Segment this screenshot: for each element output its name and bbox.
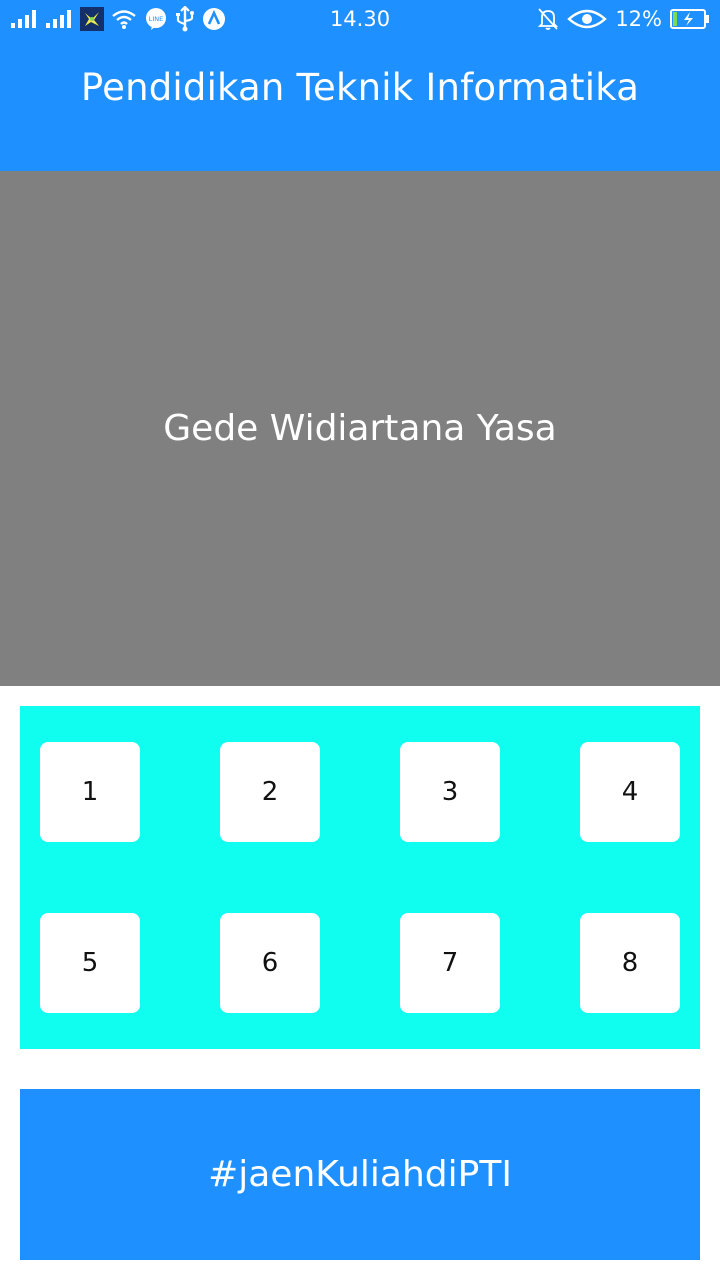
footer-banner: #jaenKuliahdiPTI	[20, 1089, 700, 1260]
app-title: Pendidikan Teknik Informatika	[80, 66, 640, 109]
grid-button-7[interactable]: 7	[400, 913, 500, 1013]
grid-button-5[interactable]: 5	[40, 913, 140, 1013]
app-header: LINE 14.30 12% Pendidikan Teknik Informa…	[0, 0, 720, 171]
grid-button-6[interactable]: 6	[220, 913, 320, 1013]
grid-button-4[interactable]: 4	[580, 742, 680, 842]
battery-percent: 12%	[615, 7, 662, 31]
hashtag-text: #jaenKuliahdiPTI	[208, 1154, 512, 1195]
grid-button-1[interactable]: 1	[40, 742, 140, 842]
button-grid: 1 2 3 4 5 6 7 8	[20, 706, 700, 1049]
profile-name: Gede Widiartana Yasa	[163, 408, 557, 449]
battery-charging-icon	[670, 8, 710, 30]
status-bar: LINE 14.30 12%	[0, 0, 720, 38]
grid-button-2[interactable]: 2	[220, 742, 320, 842]
profile-banner: Gede Widiartana Yasa	[0, 171, 720, 686]
mute-icon	[537, 7, 559, 31]
eye-icon	[567, 7, 608, 31]
grid-button-8[interactable]: 8	[580, 913, 680, 1013]
grid-button-3[interactable]: 3	[400, 742, 500, 842]
status-right-icons: 12%	[537, 4, 710, 34]
